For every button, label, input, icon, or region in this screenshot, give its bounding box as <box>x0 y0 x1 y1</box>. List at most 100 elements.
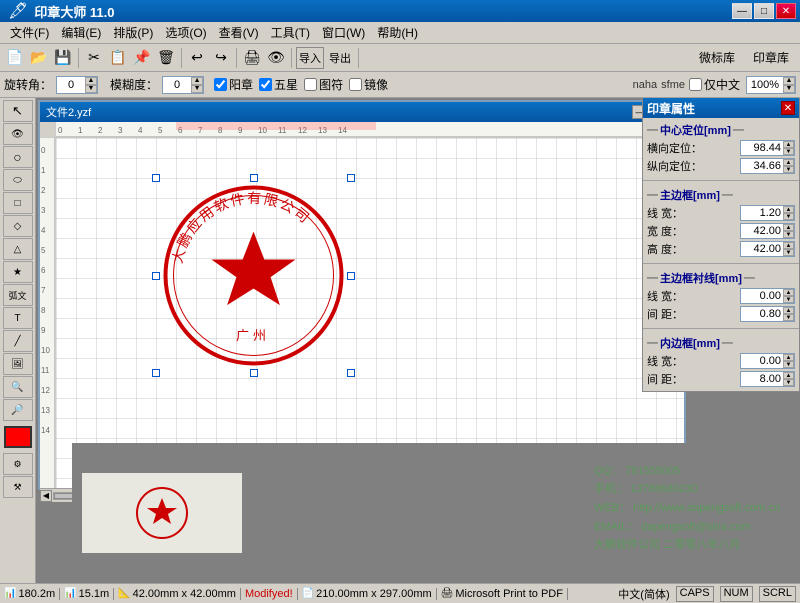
tool-image[interactable]: 🖼 <box>3 353 33 375</box>
inner-gap-up[interactable]: ▲ <box>783 372 794 379</box>
zoom-down[interactable]: ▼ <box>783 85 795 93</box>
yangzhang-checkbox-wrap[interactable]: 阳章 <box>214 76 253 93</box>
hscroll-left[interactable]: ◀ <box>40 490 52 502</box>
export-btn[interactable]: 导出 <box>326 47 354 69</box>
tool-zoom-out[interactable]: 🔎 <box>3 399 33 421</box>
handle-mr[interactable] <box>347 272 355 280</box>
close-btn[interactable]: ✕ <box>776 3 796 19</box>
maximize-btn[interactable]: □ <box>754 3 774 19</box>
tool-text[interactable]: T <box>3 307 33 329</box>
stamp-library-tab[interactable]: 印章库 <box>746 47 796 69</box>
inner-gap-down[interactable]: ▼ <box>783 379 794 386</box>
inner-lw-input[interactable] <box>741 354 783 368</box>
inner-gap-input[interactable] <box>741 372 783 386</box>
import-btn[interactable]: 导入 <box>296 47 324 69</box>
h-pos-up[interactable]: ▲ <box>783 141 794 148</box>
dash-gap-input[interactable] <box>741 307 783 321</box>
handle-tr[interactable] <box>347 174 355 182</box>
chinese-only-wrap[interactable]: 仅中文 <box>689 76 740 93</box>
tuxing-checkbox[interactable] <box>304 78 317 91</box>
dash-lw-input[interactable] <box>741 289 783 303</box>
yangzhang-checkbox[interactable] <box>214 78 227 91</box>
tool-line[interactable]: ╱ <box>3 330 33 352</box>
tool-star[interactable]: ★ <box>3 261 33 283</box>
menu-layout[interactable]: 排版(P) <box>107 22 159 43</box>
width-up[interactable]: ▲ <box>783 224 794 231</box>
menu-view[interactable]: 查看(V) <box>213 22 265 43</box>
undo-btn[interactable]: ↩ <box>186 47 208 69</box>
dash-gap-up[interactable]: ▲ <box>783 307 794 314</box>
zoom-input[interactable] <box>747 77 783 93</box>
paste-btn[interactable]: 📌 <box>131 47 153 69</box>
wuxing-checkbox-wrap[interactable]: 五星 <box>259 76 298 93</box>
seal-container[interactable]: 大鹏应用软件有限公司 广州 <box>156 178 351 373</box>
grid-up[interactable]: ▲ <box>191 77 203 85</box>
line-w-input[interactable] <box>741 206 783 220</box>
v-pos-input[interactable] <box>741 159 783 173</box>
tool-zoom-in[interactable]: 🔍 <box>3 376 33 398</box>
delete-btn[interactable]: 🗑 <box>155 47 177 69</box>
save-btn[interactable]: 💾 <box>52 47 74 69</box>
canvas-body[interactable]: 大鹏应用软件有限公司 广州 <box>56 138 684 488</box>
line-w-down[interactable]: ▼ <box>783 213 794 220</box>
tool-triangle[interactable]: △ <box>3 238 33 260</box>
grid-input[interactable] <box>163 77 191 93</box>
v-pos-up[interactable]: ▲ <box>783 159 794 166</box>
menu-help[interactable]: 帮助(H) <box>371 22 424 43</box>
tuxing-checkbox-wrap[interactable]: 图符 <box>304 76 343 93</box>
redo-btn[interactable]: ↪ <box>210 47 232 69</box>
height-input[interactable] <box>741 242 783 256</box>
tool-eye[interactable]: 👁 <box>3 123 33 145</box>
handle-bl[interactable] <box>152 369 160 377</box>
print-btn[interactable]: 🖨 <box>241 47 263 69</box>
h-pos-down[interactable]: ▼ <box>783 148 794 155</box>
rotation-input[interactable] <box>57 77 85 93</box>
tool-oval[interactable]: ⬭ <box>3 169 33 191</box>
menu-window[interactable]: 窗口(W) <box>316 22 371 43</box>
handle-tm[interactable] <box>250 174 258 182</box>
preview-btn[interactable]: 👁 <box>265 47 287 69</box>
menu-file[interactable]: 文件(F) <box>4 22 55 43</box>
menu-tools[interactable]: 工具(T) <box>265 22 316 43</box>
tool-text-arc[interactable]: 弧文 <box>3 284 33 306</box>
dash-lw-up[interactable]: ▲ <box>783 289 794 296</box>
chinese-only-checkbox[interactable] <box>689 78 702 91</box>
height-down[interactable]: ▼ <box>783 249 794 256</box>
tool-extra1[interactable]: ⚙ <box>3 453 33 475</box>
height-up[interactable]: ▲ <box>783 242 794 249</box>
handle-tl[interactable] <box>152 174 160 182</box>
v-pos-down[interactable]: ▼ <box>783 166 794 173</box>
handle-bm[interactable] <box>250 369 258 377</box>
minimize-btn[interactable]: — <box>732 3 752 19</box>
menu-edit[interactable]: 编辑(E) <box>55 22 107 43</box>
tool-rect[interactable]: □ <box>3 192 33 214</box>
tool-select[interactable]: ↖ <box>3 100 33 122</box>
rotation-up[interactable]: ▲ <box>85 77 97 85</box>
props-close-btn[interactable]: ✕ <box>781 101 795 115</box>
h-pos-input[interactable] <box>741 141 783 155</box>
grid-down[interactable]: ▼ <box>191 85 203 93</box>
zoom-up[interactable]: ▲ <box>783 77 795 85</box>
tool-extra2[interactable]: ⚒ <box>3 476 33 498</box>
color-picker[interactable] <box>4 426 32 448</box>
rotation-down[interactable]: ▼ <box>85 85 97 93</box>
cut-btn[interactable]: ✂ <box>83 47 105 69</box>
dash-lw-down[interactable]: ▼ <box>783 296 794 303</box>
logo-library-tab[interactable]: 微标库 <box>692 47 742 69</box>
copy-btn[interactable]: 📋 <box>107 47 129 69</box>
width-input[interactable] <box>741 224 783 238</box>
width-down[interactable]: ▼ <box>783 231 794 238</box>
inner-lw-up[interactable]: ▲ <box>783 354 794 361</box>
dash-gap-down[interactable]: ▼ <box>783 314 794 321</box>
menu-options[interactable]: 选项(O) <box>159 22 212 43</box>
jingxiang-checkbox-wrap[interactable]: 镜像 <box>349 76 388 93</box>
new-btn[interactable]: 📄 <box>4 47 26 69</box>
open-btn[interactable]: 📂 <box>28 47 50 69</box>
inner-lw-down[interactable]: ▼ <box>783 361 794 368</box>
jingxiang-checkbox[interactable] <box>349 78 362 91</box>
handle-br[interactable] <box>347 369 355 377</box>
tool-circle[interactable]: ○ <box>3 146 33 168</box>
wuxing-checkbox[interactable] <box>259 78 272 91</box>
line-w-up[interactable]: ▲ <box>783 206 794 213</box>
handle-ml[interactable] <box>152 272 160 280</box>
